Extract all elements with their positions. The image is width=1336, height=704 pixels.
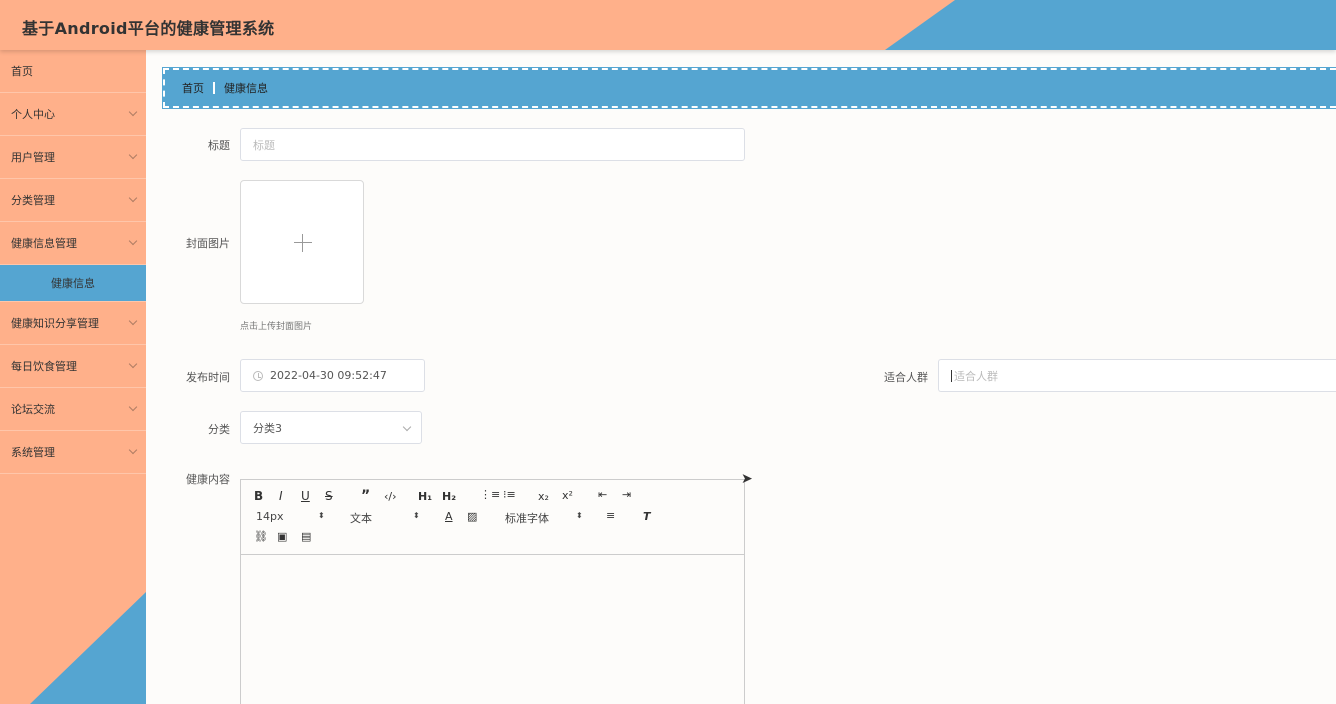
sidebar-item-label: 每日饮食管理 (11, 360, 77, 373)
sidebar-item-label: 个人中心 (11, 108, 55, 121)
breadcrumb-separator (213, 82, 215, 94)
font-color-icon[interactable]: A (445, 510, 453, 523)
font-family-select[interactable]: 标准字体 ⬍ (505, 510, 585, 526)
updown-arrow-icon: ⬍ (318, 511, 325, 520)
sidebar-item-daily-diet[interactable]: 每日饮食管理 (0, 345, 146, 388)
text-caret (951, 369, 952, 382)
header-2-icon[interactable]: H₂ (442, 490, 456, 503)
outdent-icon[interactable]: ⇤ (598, 488, 607, 501)
header-decoration (885, 0, 1336, 50)
chevron-down-icon (128, 107, 138, 117)
title-label: 标题 (208, 139, 230, 152)
cover-hint: 点击上传封面图片 (240, 322, 313, 332)
breadcrumb-current: 健康信息 (224, 82, 268, 95)
format-value: 文本 (350, 512, 372, 525)
plus-icon-vertical (302, 234, 303, 252)
blockquote-icon[interactable]: ” (361, 488, 370, 504)
sidebar-item-label: 健康信息管理 (11, 237, 77, 250)
format-select[interactable]: 文本 ⬍ (350, 510, 422, 526)
editor-content-area[interactable] (241, 555, 744, 704)
publish-time-picker[interactable]: 2022-04-30 09:52:47 (240, 359, 425, 392)
sidebar-item-home[interactable]: 首页 (0, 50, 146, 93)
header-1-icon[interactable]: H₁ (418, 490, 432, 503)
editor-toolbar: B I U S ” ‹/› H₁ H₂ ⋮≡ ⁝≡ x₂ x² ⇤ ⇥ 14px… (241, 480, 744, 555)
cover-label: 封面图片 (186, 237, 230, 250)
content-label: 健康内容 (186, 473, 230, 486)
font-size-value: 14px (256, 510, 284, 523)
sidebar-item-label: 论坛交流 (11, 403, 55, 416)
clear-format-icon[interactable]: T (643, 510, 651, 523)
video-icon[interactable]: ▤ (301, 530, 311, 543)
align-icon[interactable]: ≡ (606, 509, 615, 522)
updown-arrow-icon: ⬍ (576, 511, 583, 520)
ordered-list-icon[interactable]: ⋮≡ (480, 488, 500, 501)
sidebar-decoration (30, 592, 146, 704)
bullet-list-icon[interactable]: ⁝≡ (503, 488, 516, 501)
rich-text-editor: B I U S ” ‹/› H₁ H₂ ⋮≡ ⁝≡ x₂ x² ⇤ ⇥ 14px… (240, 479, 745, 704)
sidebar-item-forum[interactable]: 论坛交流 (0, 388, 146, 431)
category-value: 分类3 (253, 421, 282, 435)
sidebar-item-category-management[interactable]: 分类管理 (0, 179, 146, 222)
sidebar-item-personal-center[interactable]: 个人中心 (0, 93, 146, 136)
superscript-icon[interactable]: x² (562, 489, 573, 502)
sidebar: 首页 个人中心 用户管理 分类管理 健康信息管理 健康信息 健康知识分享管理 每… (0, 50, 146, 704)
mouse-pointer-icon: ➤ (741, 471, 753, 487)
audience-label: 适合人群 (884, 371, 928, 384)
chevron-down-icon (128, 150, 138, 160)
chevron-down-icon (128, 236, 138, 246)
chevron-down-icon (128, 316, 138, 326)
sidebar-item-health-info-management[interactable]: 健康信息管理 (0, 222, 146, 265)
title-placeholder: 标题 (253, 138, 275, 152)
sidebar-subitem-label: 健康信息 (51, 277, 95, 290)
font-family-value: 标准字体 (505, 512, 549, 525)
sidebar-item-label: 系统管理 (11, 446, 55, 459)
sidebar-item-user-management[interactable]: 用户管理 (0, 136, 146, 179)
category-label: 分类 (208, 423, 230, 436)
font-size-select[interactable]: 14px ⬍ (256, 510, 326, 523)
chevron-down-icon (128, 445, 138, 455)
sidebar-item-label: 首页 (11, 65, 33, 78)
sidebar-subitem-health-info[interactable]: 健康信息 (0, 265, 146, 302)
italic-icon[interactable]: I (279, 489, 283, 503)
indent-icon[interactable]: ⇥ (622, 488, 631, 501)
chevron-down-icon (128, 193, 138, 203)
updown-arrow-icon: ⬍ (413, 511, 420, 520)
title-input[interactable]: 标题 (240, 128, 745, 161)
breadcrumb: 首页 健康信息 (162, 67, 1336, 109)
chevron-down-icon (128, 359, 138, 369)
breadcrumb-home[interactable]: 首页 (182, 80, 204, 96)
strikethrough-icon[interactable]: S (325, 489, 333, 503)
bold-icon[interactable]: B (254, 489, 263, 503)
image-icon[interactable]: ▣ (277, 530, 287, 543)
code-block-icon[interactable]: ‹/› (384, 490, 397, 503)
category-select[interactable]: 分类3 (240, 411, 422, 444)
sidebar-item-label: 分类管理 (11, 194, 55, 207)
chevron-down-icon (402, 422, 412, 432)
cover-upload-button[interactable] (240, 180, 364, 304)
chevron-down-icon (128, 402, 138, 412)
top-header: 基于Android平台的健康管理系统 (0, 0, 1336, 50)
audience-input[interactable]: 适合人群 (938, 359, 1336, 392)
app-title: 基于Android平台的健康管理系统 (22, 19, 275, 38)
sidebar-item-label: 健康知识分享管理 (11, 317, 99, 330)
audience-placeholder: 适合人群 (954, 369, 998, 383)
background-color-icon[interactable]: ▨ (467, 510, 477, 523)
publish-time-value: 2022-04-30 09:52:47 (270, 369, 387, 382)
clock-icon (253, 370, 263, 381)
sidebar-item-label: 用户管理 (11, 151, 55, 164)
plus-icon (294, 242, 312, 243)
sidebar-item-system-management[interactable]: 系统管理 (0, 431, 146, 474)
subscript-icon[interactable]: x₂ (538, 490, 549, 503)
link-icon[interactable]: ⛓ (254, 530, 268, 543)
sidebar-item-health-knowledge[interactable]: 健康知识分享管理 (0, 302, 146, 345)
underline-icon[interactable]: U (301, 489, 310, 503)
publish-time-label: 发布时间 (186, 371, 230, 384)
